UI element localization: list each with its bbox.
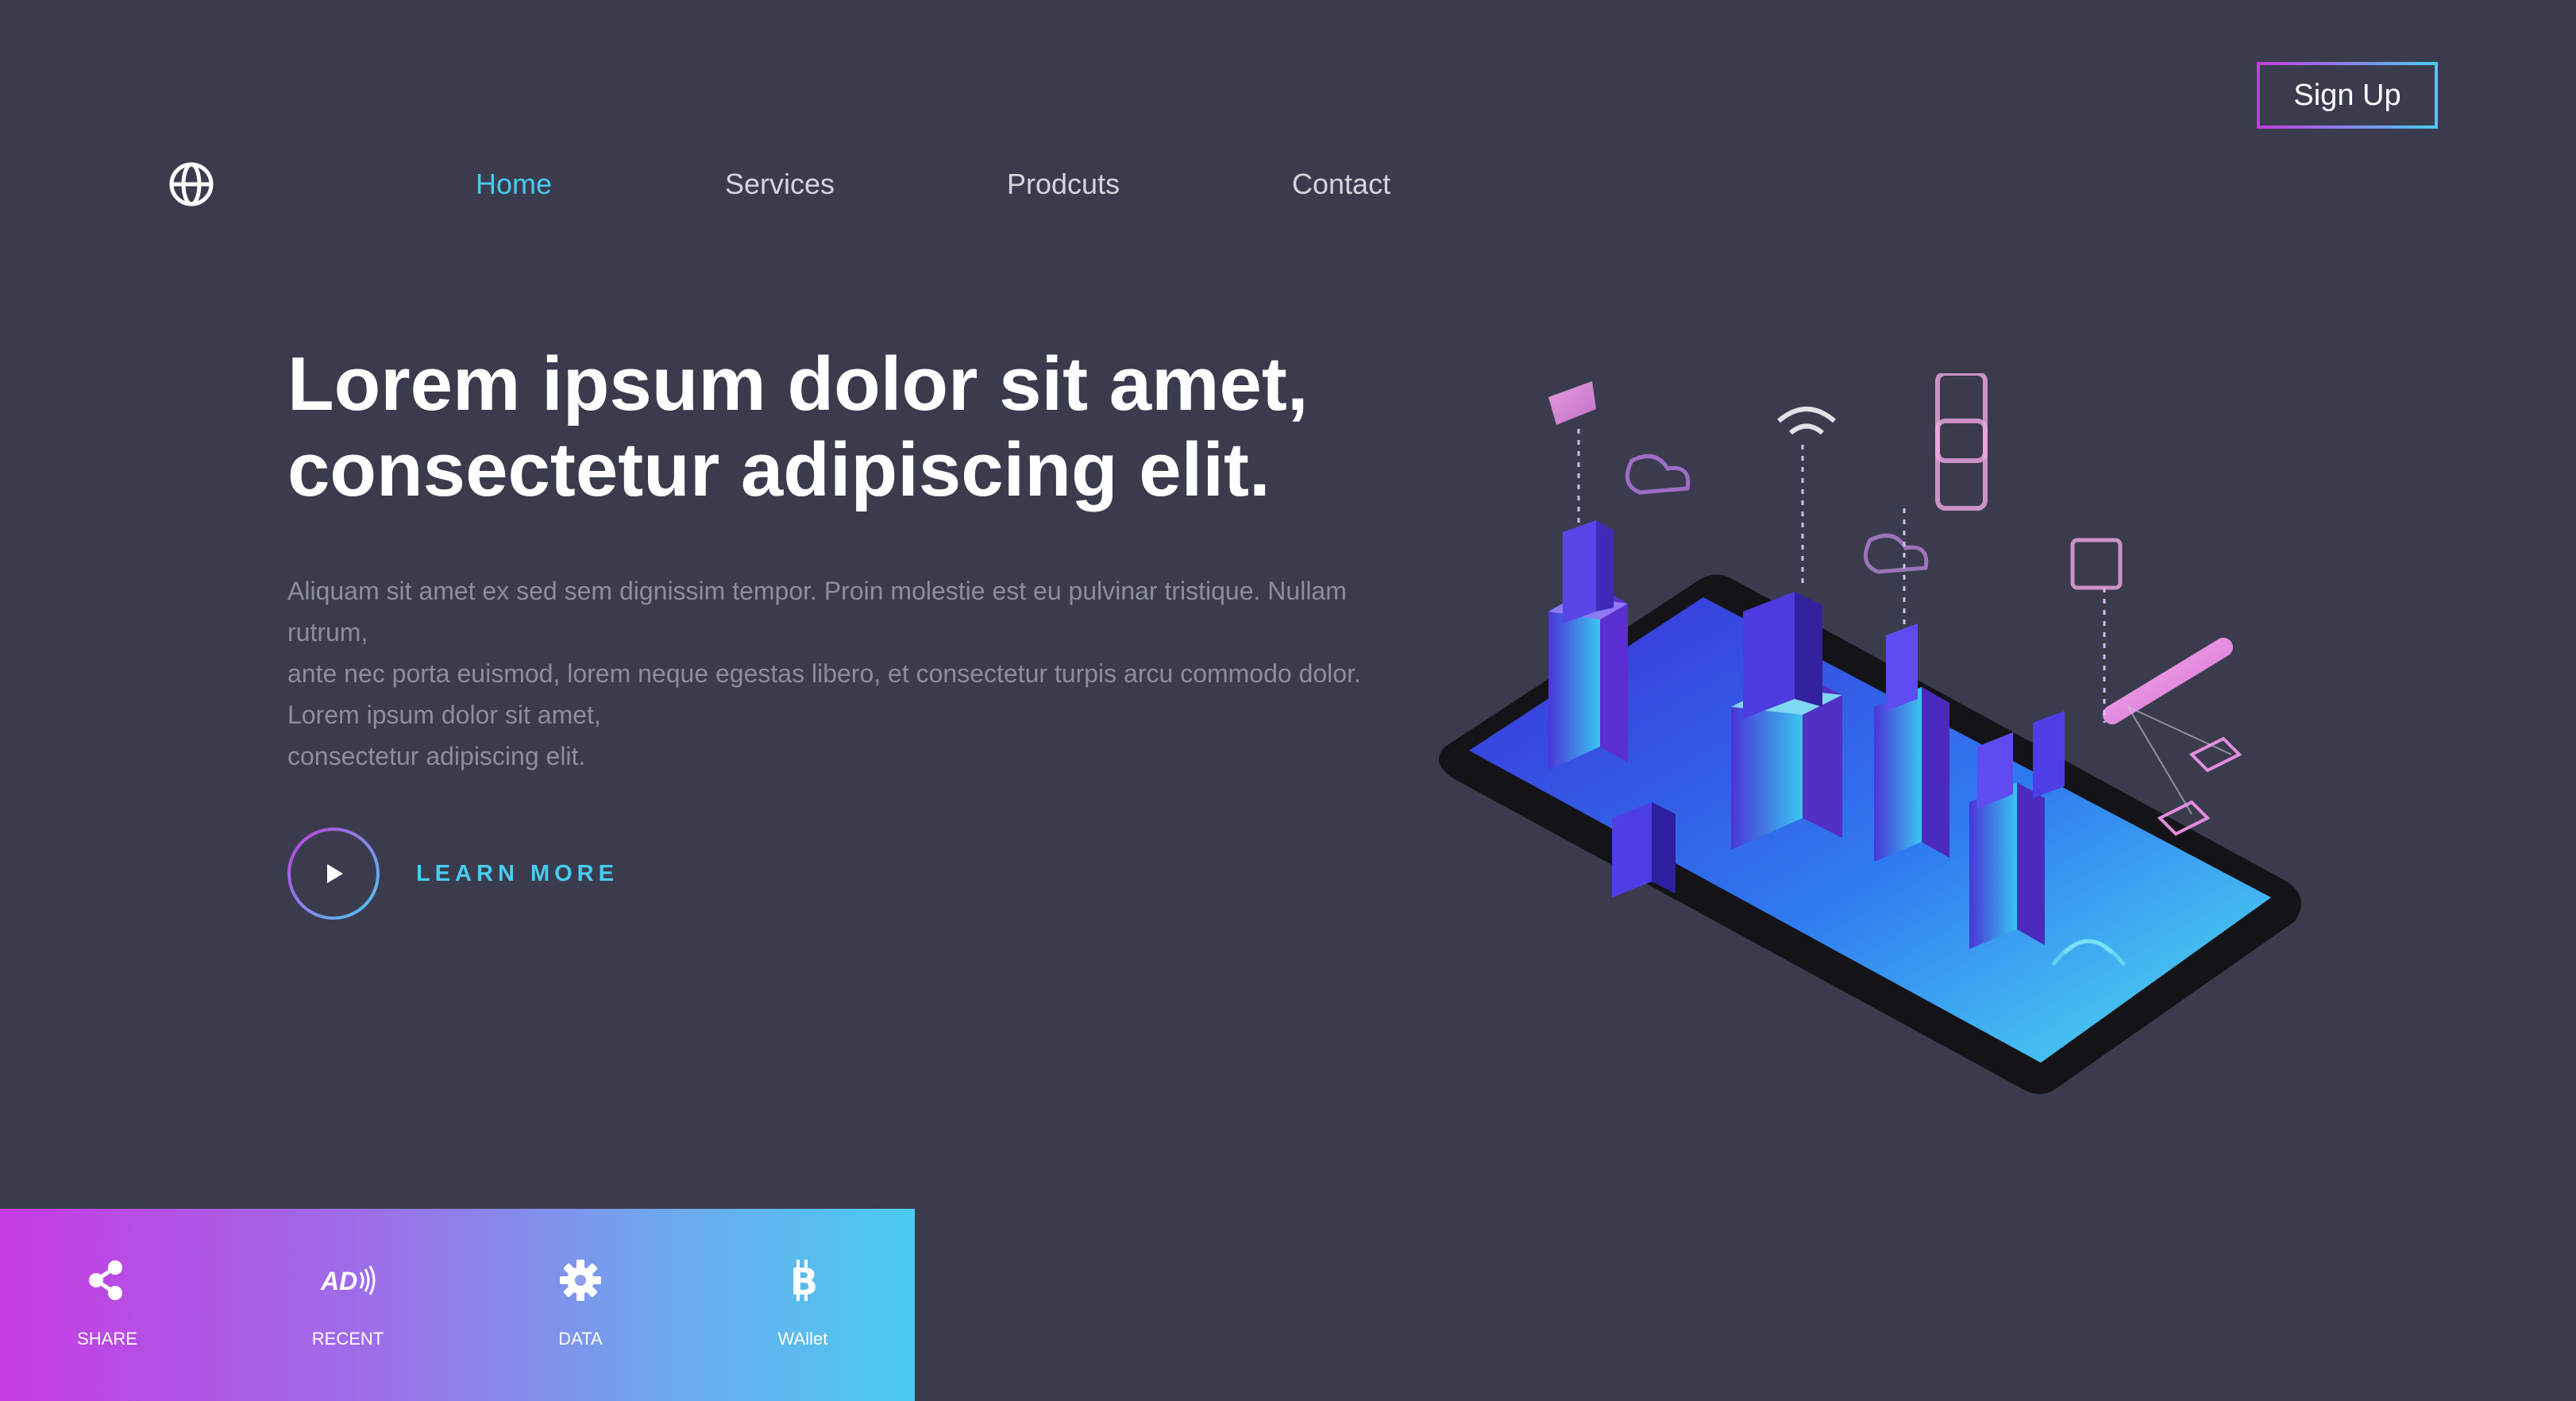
share-button[interactable]: SHARE (20, 1209, 195, 1401)
smart-city-illustration (1439, 373, 2301, 1094)
wallet-label: WAllet (777, 1329, 828, 1349)
hero-body-line: Aliquam sit amet ex sed sem dignissim te… (287, 577, 1347, 605)
wallet-button[interactable]: B WAllet (715, 1209, 890, 1401)
hero-description: Aliquam sit amet ex sed sem dignissim te… (287, 570, 1447, 777)
nav-contact[interactable]: Contact (1292, 165, 1390, 203)
play-icon (327, 864, 343, 883)
hero-title-line: Lorem ipsum dolor sit amet, (287, 342, 1309, 426)
bitcoin-icon: B (790, 1260, 818, 1303)
sign-up-button[interactable]: Sign Up (2257, 62, 2438, 129)
ad-icon: AD (320, 1265, 376, 1295)
nav-products[interactable]: Prodcuts (1007, 165, 1120, 203)
learn-more-link[interactable]: LEARN MORE (416, 859, 619, 888)
bottom-action-bar: SHARE AD RECENT DATA B WAllet (0, 1209, 915, 1401)
share-label: SHARE (77, 1329, 137, 1349)
gear-icon (560, 1260, 601, 1301)
hero-title-line: consectetur adipiscing elit. (287, 427, 1271, 512)
hero-body-line: ante nec porta euismod, lorem neque eges… (287, 659, 1361, 688)
recent-label: RECENT (311, 1329, 384, 1349)
hero-title: Lorem ipsum dolor sit amet, consectetur … (287, 342, 1479, 513)
svg-text:B: B (790, 1260, 818, 1303)
hero-body-line: rutrum, (287, 618, 368, 646)
globe-icon[interactable] (168, 160, 215, 208)
play-button[interactable] (287, 828, 380, 920)
data-button[interactable]: DATA (493, 1209, 668, 1401)
nav-services[interactable]: Services (725, 165, 835, 203)
svg-text:AD: AD (320, 1267, 357, 1295)
data-label: DATA (558, 1329, 603, 1349)
share-icon (89, 1260, 122, 1300)
nav-home[interactable]: Home (476, 165, 552, 203)
hero-body-line: consectetur adipiscing elit. (287, 742, 586, 770)
recent-button[interactable]: AD RECENT (260, 1209, 435, 1401)
hero-body-line: Lorem ipsum dolor sit amet, (287, 700, 601, 729)
